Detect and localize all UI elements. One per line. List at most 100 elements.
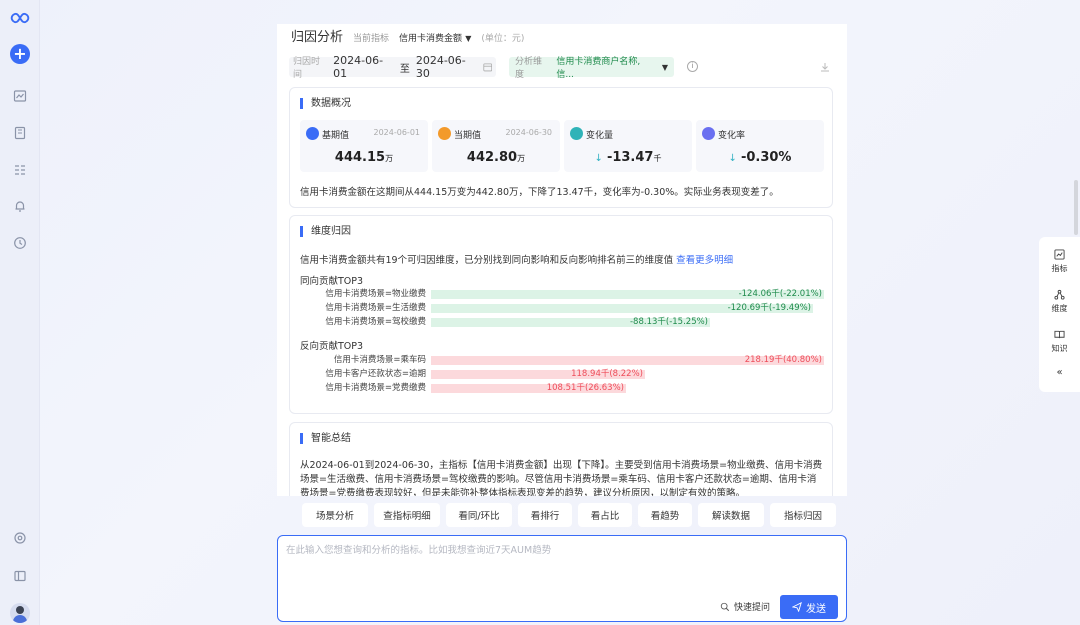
action-button-4[interactable]: 看占比	[578, 503, 632, 527]
kpi-value: 444.15万	[300, 150, 428, 165]
positive-bar-row: 信用卡消费场景=物业缴费 -124.06千(-22.01%)	[300, 289, 824, 300]
dimension-value: 信用卡消费商户名称,信...	[556, 57, 641, 80]
network-icon	[1054, 289, 1065, 300]
overview-card: 数据概况 基期值 2024-06-01 444.15万 当期值 2024-06-30 44…	[289, 87, 833, 208]
chart-icon[interactable]	[10, 86, 30, 106]
filter-row: 归因时间 2024-06-01 至 2024-06-30 分析维度 信用卡消费商…	[289, 54, 835, 80]
bar-label: 信用卡消费场景=乘车码	[333, 355, 426, 365]
bar-track: 108.51千(26.63%)	[431, 383, 824, 393]
book-icon[interactable]	[10, 123, 30, 143]
kpi-number: 442.80	[466, 150, 518, 165]
bar-track: -120.69千(-19.49%)	[431, 303, 824, 313]
dimension-label: 分析维度	[515, 57, 543, 80]
kpi-date: 2024-06-30	[505, 128, 553, 137]
date-range-picker[interactable]: 归因时间 2024-06-01 至 2024-06-30	[289, 54, 496, 80]
attribution-panel: 归因分析 当前指标 信用卡消费金额 ▼ (单位：元) 归因时间 2024-06-…	[277, 24, 847, 496]
bar-value: -88.13千(-15.25%)	[629, 317, 708, 327]
bar-label: 信用卡消费场景=物业缴费	[325, 289, 426, 299]
send-button[interactable]: 发送	[780, 595, 838, 619]
left-sidebar: +	[0, 0, 40, 625]
metric-tool[interactable]: 指标	[1039, 249, 1080, 274]
bar-value: 218.19千(40.80%)	[744, 355, 822, 365]
bar-value: -124.06千(-22.01%)	[738, 289, 822, 299]
kpi-badge-icon	[306, 127, 319, 140]
caret-down-icon: ▼	[465, 34, 472, 43]
kpi-label: 变化量	[586, 131, 614, 141]
new-chat-icon[interactable]: +	[10, 44, 30, 64]
bar-value: 108.51千(26.63%)	[546, 383, 624, 393]
action-button-2[interactable]: 看同/环比	[446, 503, 512, 527]
clock-icon[interactable]	[10, 233, 30, 253]
bar-label: 信用卡消费场景=生活缴费	[325, 303, 426, 313]
dimension-card: 维度归因 信用卡消费金额共有19个可归因维度，已分别找到同向影响和反向影响排名前…	[289, 215, 833, 414]
positive-bar-row: 信用卡消费场景=驾校缴费 -88.13千(-15.25%)	[300, 317, 824, 328]
negative-bar-row: 信用卡消费场景=党费缴费 108.51千(26.63%)	[300, 383, 824, 394]
bar-label: 信用卡消费场景=党费缴费	[325, 383, 426, 393]
table-icon[interactable]	[10, 160, 30, 180]
scrollbar[interactable]	[1074, 180, 1078, 235]
bar-label: 信用卡客户还款状态=逾期	[325, 369, 426, 379]
knowledge-tool[interactable]: 知识	[1039, 329, 1080, 354]
send-label: 发送	[806, 603, 826, 615]
overview-title: 数据概况	[300, 98, 351, 109]
overview-summary: 信用卡消费金额在这期间从444.15万变为442.80万，下降了13.47千，变…	[300, 187, 779, 198]
ai-summary-card: 智能总结 从2024-06-01到2024-06-30，主指标【信用卡消费金额】…	[289, 422, 833, 496]
metric-value: 信用卡消费金额	[399, 34, 463, 44]
dimension-desc-text: 信用卡消费金额共有19个可归因维度，已分别找到同向影响和反向影响排名前三的维度值	[300, 255, 674, 266]
unit-label: (单位：元)	[481, 34, 525, 44]
bar-track: -124.06千(-22.01%)	[431, 289, 824, 299]
dimension-select[interactable]: 分析维度 信用卡消费商户名称,信... ▼	[509, 57, 674, 80]
quick-ask-icon	[720, 602, 730, 611]
logo-icon[interactable]	[10, 8, 30, 28]
dimension-tool[interactable]: 维度	[1039, 289, 1080, 314]
info-icon[interactable]: i	[687, 61, 698, 72]
send-icon	[792, 602, 802, 612]
open-book-icon	[1054, 330, 1065, 339]
settings-icon[interactable]	[10, 528, 30, 548]
metric-select[interactable]: 信用卡消费金额 ▼	[399, 31, 471, 44]
change-rate-card: 变化率 ↓ -0.30%	[696, 120, 824, 172]
chat-input[interactable]	[286, 542, 836, 582]
action-button-5[interactable]: 看趋势	[638, 503, 692, 527]
quick-ask-button[interactable]: 快速提问	[720, 600, 770, 613]
avatar[interactable]	[10, 603, 30, 623]
knowledge-tool-label: 知识	[1051, 344, 1068, 353]
chat-input-box: 快速提问 发送	[277, 535, 847, 622]
positive-bar-row: 信用卡消费场景=生活缴费 -120.69千(-19.49%)	[300, 303, 824, 314]
start-date: 2024-06-01	[333, 54, 384, 80]
layout-icon[interactable]	[10, 566, 30, 586]
action-button-7[interactable]: 指标归因	[770, 503, 836, 527]
dimension-title: 维度归因	[300, 226, 351, 237]
bar-value: -120.69千(-19.49%)	[727, 303, 811, 313]
action-button-0[interactable]: 场景分析	[302, 503, 368, 527]
end-date: 2024-06-30	[415, 54, 466, 80]
date-label: 归因时间	[293, 57, 321, 80]
kpi-unit: 万	[385, 154, 394, 163]
kpi-badge-icon	[570, 127, 583, 140]
kpi-number: 444.15	[334, 150, 386, 165]
bar-track: -88.13千(-15.25%)	[431, 317, 824, 327]
quick-actions: 场景分析 查指标明细 看同/环比 看排行 看占比 看趋势 解读数据 指标归因	[302, 503, 836, 527]
base-value-card: 基期值 2024-06-01 444.15万	[300, 120, 428, 172]
action-button-3[interactable]: 看排行	[518, 503, 572, 527]
kpi-badge-icon	[438, 127, 451, 140]
more-detail-link[interactable]: 查看更多明细	[676, 255, 733, 266]
collapse-icon[interactable]: «	[1039, 367, 1080, 378]
action-button-1[interactable]: 查指标明细	[374, 503, 440, 527]
ai-summary-title: 智能总结	[300, 433, 351, 444]
kpi-label: 当期值	[454, 131, 482, 141]
quick-ask-label: 快速提问	[734, 603, 771, 613]
down-arrow-icon: ↓	[728, 153, 737, 164]
metric-label: 当前指标	[353, 34, 390, 44]
down-arrow-icon: ↓	[594, 153, 603, 164]
kpi-unit: 千	[653, 154, 662, 163]
action-button-6[interactable]: 解读数据	[698, 503, 764, 527]
negative-title: 反向贡献TOP3	[300, 341, 364, 352]
calendar-icon	[482, 63, 492, 72]
bell-icon[interactable]	[10, 196, 30, 216]
bar-value: 118.94千(8.22%)	[571, 369, 643, 379]
kpi-label: 基期值	[322, 131, 350, 141]
download-icon[interactable]	[819, 61, 831, 73]
caret-down-icon: ▼	[661, 62, 668, 72]
panel-header: 归因分析 当前指标 信用卡消费金额 ▼ (单位：元)	[291, 26, 524, 45]
